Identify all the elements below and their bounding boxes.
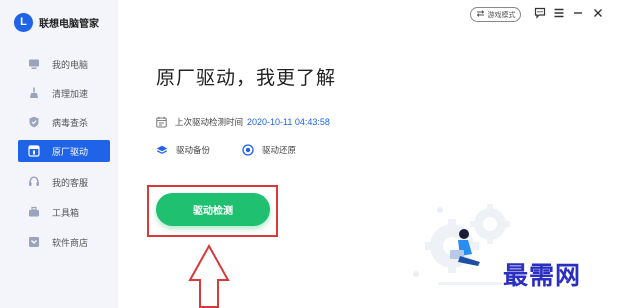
- driver-restore-button[interactable]: 驱动还原: [242, 142, 296, 158]
- minimize-icon[interactable]: [570, 5, 586, 21]
- sidebar-item-cleanup[interactable]: 清理加速: [18, 82, 110, 104]
- arrow-up-icon: [188, 244, 230, 308]
- driver-icon: [28, 145, 40, 157]
- last-check-row: 上次驱动检测时间 2020-10-11 04:43:58: [156, 114, 330, 130]
- feedback-icon[interactable]: [532, 5, 548, 21]
- computer-icon: [28, 58, 40, 70]
- sidebar-item-label: 软件商店: [52, 238, 89, 249]
- sidebar-item-label: 我的客服: [52, 178, 89, 189]
- sidebar-item-drivers[interactable]: 原厂驱动: [18, 140, 110, 162]
- close-icon[interactable]: [590, 5, 606, 21]
- driver-backup-label: 驱动备份: [176, 146, 211, 156]
- sidebar-item-support[interactable]: 我的客服: [18, 171, 110, 193]
- shield-icon: [28, 116, 40, 128]
- page-title: 原厂驱动，我更了解: [156, 67, 337, 89]
- restore-icon: [242, 141, 254, 160]
- last-check-time: 2020-10-11 04:43:58: [247, 117, 330, 127]
- driver-restore-label: 驱动还原: [262, 146, 297, 156]
- sidebar-item-label: 我的电脑: [52, 60, 89, 71]
- support-icon: [28, 176, 40, 188]
- calendar-icon: [156, 113, 167, 132]
- sidebar-item-label: 清理加速: [52, 89, 89, 100]
- sidebar-item-my-computer[interactable]: 我的电脑: [18, 53, 110, 75]
- game-mode-toggle[interactable]: 游戏模式: [470, 7, 521, 22]
- watermark-text: 最需网: [503, 261, 582, 290]
- broom-icon: [28, 87, 40, 99]
- sidebar-item-toolbox[interactable]: 工具箱: [18, 201, 110, 223]
- layers-icon: [156, 141, 168, 160]
- app-name: 联想电脑管家: [39, 18, 99, 30]
- sidebar-item-antivirus[interactable]: 病毒查杀: [18, 111, 110, 133]
- app-logo-icon: L: [14, 12, 33, 32]
- store-icon: [28, 236, 40, 248]
- sidebar-item-label: 原厂驱动: [52, 147, 89, 158]
- sidebar-item-software-store[interactable]: 软件商店: [18, 231, 110, 253]
- driver-detect-label: 驱动检测: [193, 206, 233, 217]
- sidebar: L 联想电脑管家 我的电脑 清理加速 病毒查杀 原厂驱动 我的客服 工具箱 软件…: [0, 0, 118, 308]
- sidebar-item-label: 病毒查杀: [52, 118, 89, 129]
- swap-icon: [476, 10, 485, 19]
- last-check-label: 上次驱动检测时间: [175, 118, 244, 128]
- menu-icon[interactable]: [551, 5, 567, 21]
- toolbox-icon: [28, 206, 40, 218]
- driver-backup-button[interactable]: 驱动备份: [156, 142, 210, 158]
- app-brand: L 联想电脑管家: [14, 11, 99, 33]
- sidebar-item-label: 工具箱: [52, 208, 80, 219]
- driver-detect-button[interactable]: 驱动检测: [156, 193, 270, 226]
- game-mode-label: 游戏模式: [487, 10, 516, 19]
